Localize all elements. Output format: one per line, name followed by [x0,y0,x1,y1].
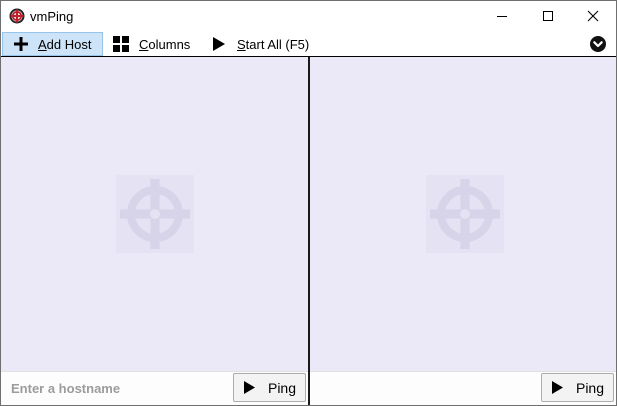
add-host-button[interactable]: Add Host [2,32,103,56]
ping-button[interactable]: Ping [541,373,614,402]
ping-button[interactable]: Ping [233,373,306,402]
hostname-input[interactable] [5,376,227,400]
grid-icon [113,36,129,52]
play-icon [243,381,255,394]
probe-pane-1: Ping [1,57,308,405]
toolbar: Add Host Columns Start All (F5) [1,32,616,56]
play-icon [213,37,225,51]
add-host-label: Add Host [38,36,92,52]
start-all-label: Start All (F5) [237,36,310,52]
crosshair-icon [116,175,194,253]
maximize-button[interactable] [525,1,571,31]
ping-button-label: Ping [575,379,605,396]
play-icon [551,381,563,394]
probe-pane-2: Ping [310,57,616,405]
ping-bar: Ping [1,371,308,405]
title-bar[interactable]: vmPing [1,1,616,31]
columns-button[interactable]: Columns [113,32,190,56]
ping-button-label: Ping [267,379,297,396]
minimize-button[interactable] [479,1,525,31]
chevron-down-circle-icon[interactable] [590,36,606,52]
columns-label: Columns [139,36,191,52]
close-icon [587,10,599,22]
minimize-icon [497,16,507,17]
close-button[interactable] [570,1,616,31]
window-title: vmPing [30,9,74,24]
plus-icon [14,37,28,51]
maximize-icon [543,11,553,21]
crosshair-icon [426,175,504,253]
hostname-input[interactable] [314,376,536,400]
start-all-button[interactable]: Start All (F5) [212,32,309,56]
ping-bar: Ping [310,371,616,405]
app-window: vmPing Add Host Columns Start All (F5) E… [0,0,617,406]
app-crosshair-icon [9,8,25,24]
